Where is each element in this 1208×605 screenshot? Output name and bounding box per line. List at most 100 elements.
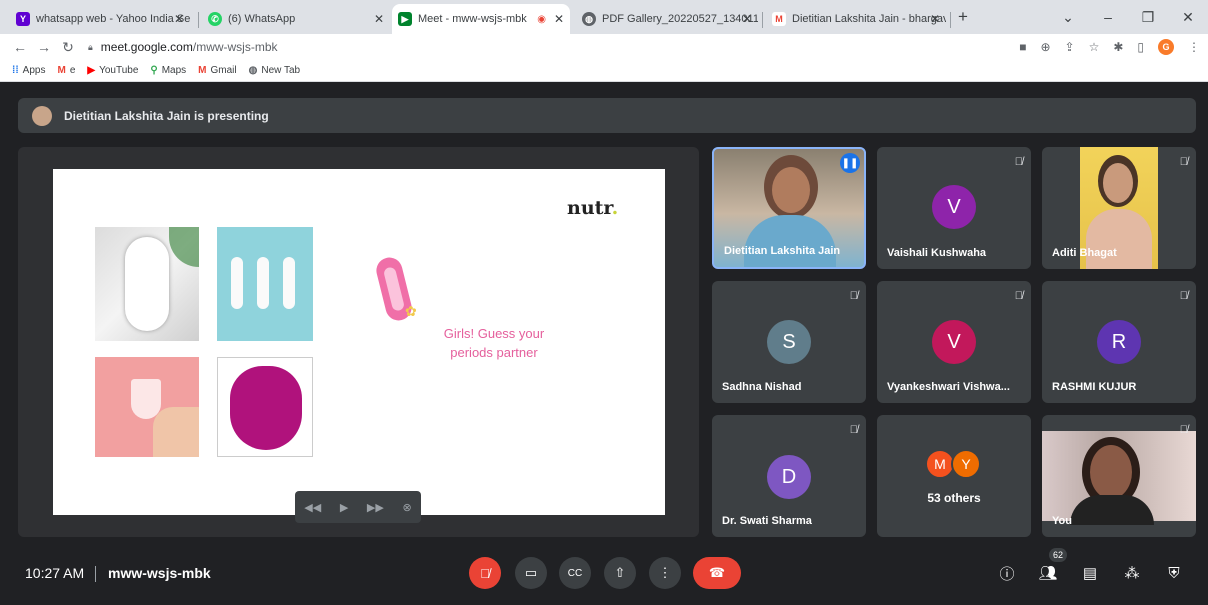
bookmark-new-tab[interactable]: ◍ New Tab [249, 65, 300, 76]
tab-meet[interactable]: ▶ Meet - mww-wsjs-mbk ◉ ✕ [392, 4, 570, 34]
menu-icon[interactable]: ⋮ [1188, 40, 1200, 54]
tab-label: (6) WhatsApp [228, 13, 296, 25]
more-options-button[interactable]: ⋮ [649, 557, 681, 589]
extensions-icon[interactable]: ✱ [1113, 40, 1123, 54]
close-tab-icon[interactable]: ✕ [174, 12, 184, 26]
reload-button[interactable]: ↻ [56, 39, 80, 56]
mic-toggle-button[interactable]: 🎙̸ [469, 557, 501, 589]
bookmark-apps[interactable]: ⁞⁞ Apps [12, 65, 45, 76]
present-icon: ⇧ [614, 565, 626, 580]
meeting-time: 10:27 AM [25, 565, 85, 581]
gmail-icon: M [198, 65, 207, 76]
forward-button[interactable]: → [32, 39, 56, 55]
participant-name: Dr. Swati Sharma [722, 515, 812, 527]
chat-button[interactable]: ▤ [1074, 557, 1106, 589]
participant-name: Vaishali Kushwaha [887, 247, 987, 259]
camera-icon[interactable]: ■ [1019, 40, 1026, 54]
present-screen-button[interactable]: ⇧ [604, 557, 636, 589]
maps-icon: ⚲ [150, 65, 158, 76]
mic-off-icon: 🎙̸ [1179, 290, 1188, 302]
url-field[interactable]: 🔒︎ meet.google.com/mww-wsjs-mbk [88, 40, 278, 54]
activities-button[interactable]: ⁂ [1116, 557, 1148, 589]
close-tab-icon[interactable]: ✕ [742, 12, 752, 26]
tab-yahoo[interactable]: Y whatsapp web - Yahoo India Sea ✕ [10, 4, 190, 34]
tab-label: PDF Gallery_20220527_134011.p [602, 13, 758, 25]
mic-off-icon: 🎙̸ [849, 424, 858, 436]
side-panel-icon[interactable]: ▯ [1137, 40, 1144, 54]
bookmark-gmail[interactable]: M Gmail [198, 65, 236, 76]
participant-tile-vyankeshwari[interactable]: 🎙̸ V Vyankeshwari Vishwa... [877, 281, 1031, 403]
rewind-icon[interactable]: ◀◀ [304, 501, 321, 514]
restore-button[interactable]: ❐ [1128, 9, 1168, 26]
globe-icon: ◍ [248, 65, 258, 76]
tab-search-icon[interactable]: ⌄ [1048, 9, 1088, 26]
tab-label: Meet - mww-wsjs-mbk [418, 13, 527, 25]
participant-tile-presenter[interactable]: ❚❚ Dietitian Lakshita Jain [712, 147, 866, 269]
close-tab-icon[interactable]: ✕ [554, 12, 564, 26]
bookmark-youtube[interactable]: ▶ YouTube [87, 65, 138, 76]
tab-divider [950, 12, 951, 28]
minimize-button[interactable]: – [1088, 9, 1128, 25]
fast-forward-icon[interactable]: ▶▶ [367, 501, 384, 514]
meeting-details-button[interactable]: ⓘ [991, 557, 1023, 589]
hang-up-icon: ☎ [708, 565, 726, 580]
play-icon[interactable]: ▶ [340, 501, 348, 514]
tab-divider [198, 12, 199, 28]
logo-text: nutr [567, 197, 612, 219]
close-tab-icon[interactable]: ✕ [374, 12, 384, 26]
tab-label: whatsapp web - Yahoo India Sea [36, 13, 190, 25]
bookmark-e[interactable]: Me [57, 65, 75, 76]
globe-icon: ◍ [582, 12, 596, 26]
captions-button[interactable]: CC [559, 557, 591, 589]
sanitary-pad-image [95, 227, 199, 341]
presenting-text: Dietitian Lakshita Jain is presenting [64, 108, 269, 123]
mic-off-icon: 🎙̸ [1014, 156, 1023, 168]
mic-off-icon: 🎙̸ [849, 290, 858, 302]
participant-name: Sadhna Nishad [722, 381, 802, 393]
mic-off-icon: 🎙̸ [1179, 156, 1188, 168]
zoom-icon[interactable]: ⊕ [1040, 40, 1050, 54]
new-tab-button[interactable]: + [958, 7, 968, 27]
slide-playback-controls: ◀◀ ▶ ▶▶ ⊗ [295, 491, 421, 523]
apps-grid-icon: ⁞⁞ [12, 65, 19, 76]
url-path: /mww-wsjs-mbk [192, 40, 278, 54]
tab-pdf-gallery[interactable]: ◍ PDF Gallery_20220527_134011.p ✕ [576, 4, 758, 34]
info-icon: ⓘ [999, 565, 1015, 583]
camera-toggle-button[interactable]: ▭ [515, 557, 547, 589]
nutr-logo: nutr. [567, 197, 618, 219]
chat-icon: ▤ [1082, 565, 1098, 582]
end-call-button[interactable]: ☎ [693, 557, 741, 589]
stop-icon[interactable]: ⊗ [402, 501, 411, 514]
back-button[interactable]: ← [8, 39, 32, 55]
tab-gmail[interactable]: M Dietitian Lakshita Jain - bhargav ✕ [766, 4, 946, 34]
bookmark-label: New Tab [261, 65, 301, 76]
participant-tile-you[interactable]: 🎙̸ You [1042, 415, 1196, 537]
participant-tile-sadhna[interactable]: 🎙̸ S Sadhna Nishad [712, 281, 866, 403]
people-count-badge: 62 [1049, 548, 1067, 562]
close-tab-icon[interactable]: ✕ [930, 12, 940, 26]
people-icon: 👥︎ [1038, 565, 1058, 582]
close-window-button[interactable]: ✕ [1168, 9, 1208, 26]
tab-divider [762, 12, 763, 28]
tab-whatsapp[interactable]: ✆ (6) WhatsApp ✕ [202, 4, 390, 34]
others-count: 53 others [927, 491, 981, 505]
gmail-icon: M [57, 65, 66, 76]
participant-tile-swati[interactable]: 🎙̸ D Dr. Swati Sharma [712, 415, 866, 537]
participant-name: RASHMI KUJUR [1052, 381, 1137, 393]
participant-tile-rashmi[interactable]: 🎙̸ R RASHMI KUJUR [1042, 281, 1196, 403]
url-domain: meet.google.com [100, 40, 193, 54]
participant-tile-aditi[interactable]: 🎙̸ Aditi Bhagat [1042, 147, 1196, 269]
participant-tile-vaishali[interactable]: 🎙̸ V Vaishali Kushwaha [877, 147, 1031, 269]
participant-tile-others[interactable]: M Y 53 others [877, 415, 1031, 537]
participant-name: Aditi Bhagat [1052, 247, 1117, 259]
meeting-code: mww-wsjs-mbk [108, 565, 211, 581]
bookmark-star-icon[interactable]: ☆ [1089, 40, 1100, 54]
bookmark-maps[interactable]: ⚲ Maps [150, 65, 186, 76]
browser-tab-bar: Y whatsapp web - Yahoo India Sea ✕ ✆ (6)… [0, 0, 1208, 34]
profile-avatar[interactable]: G [1158, 39, 1174, 55]
gmail-icon: M [772, 12, 786, 26]
share-icon[interactable]: ⇪ [1065, 40, 1075, 54]
host-controls-button[interactable]: ⛨ [1158, 557, 1190, 589]
speaking-indicator-icon: ❚❚ [840, 153, 860, 173]
bookmark-label: Apps [22, 65, 46, 76]
